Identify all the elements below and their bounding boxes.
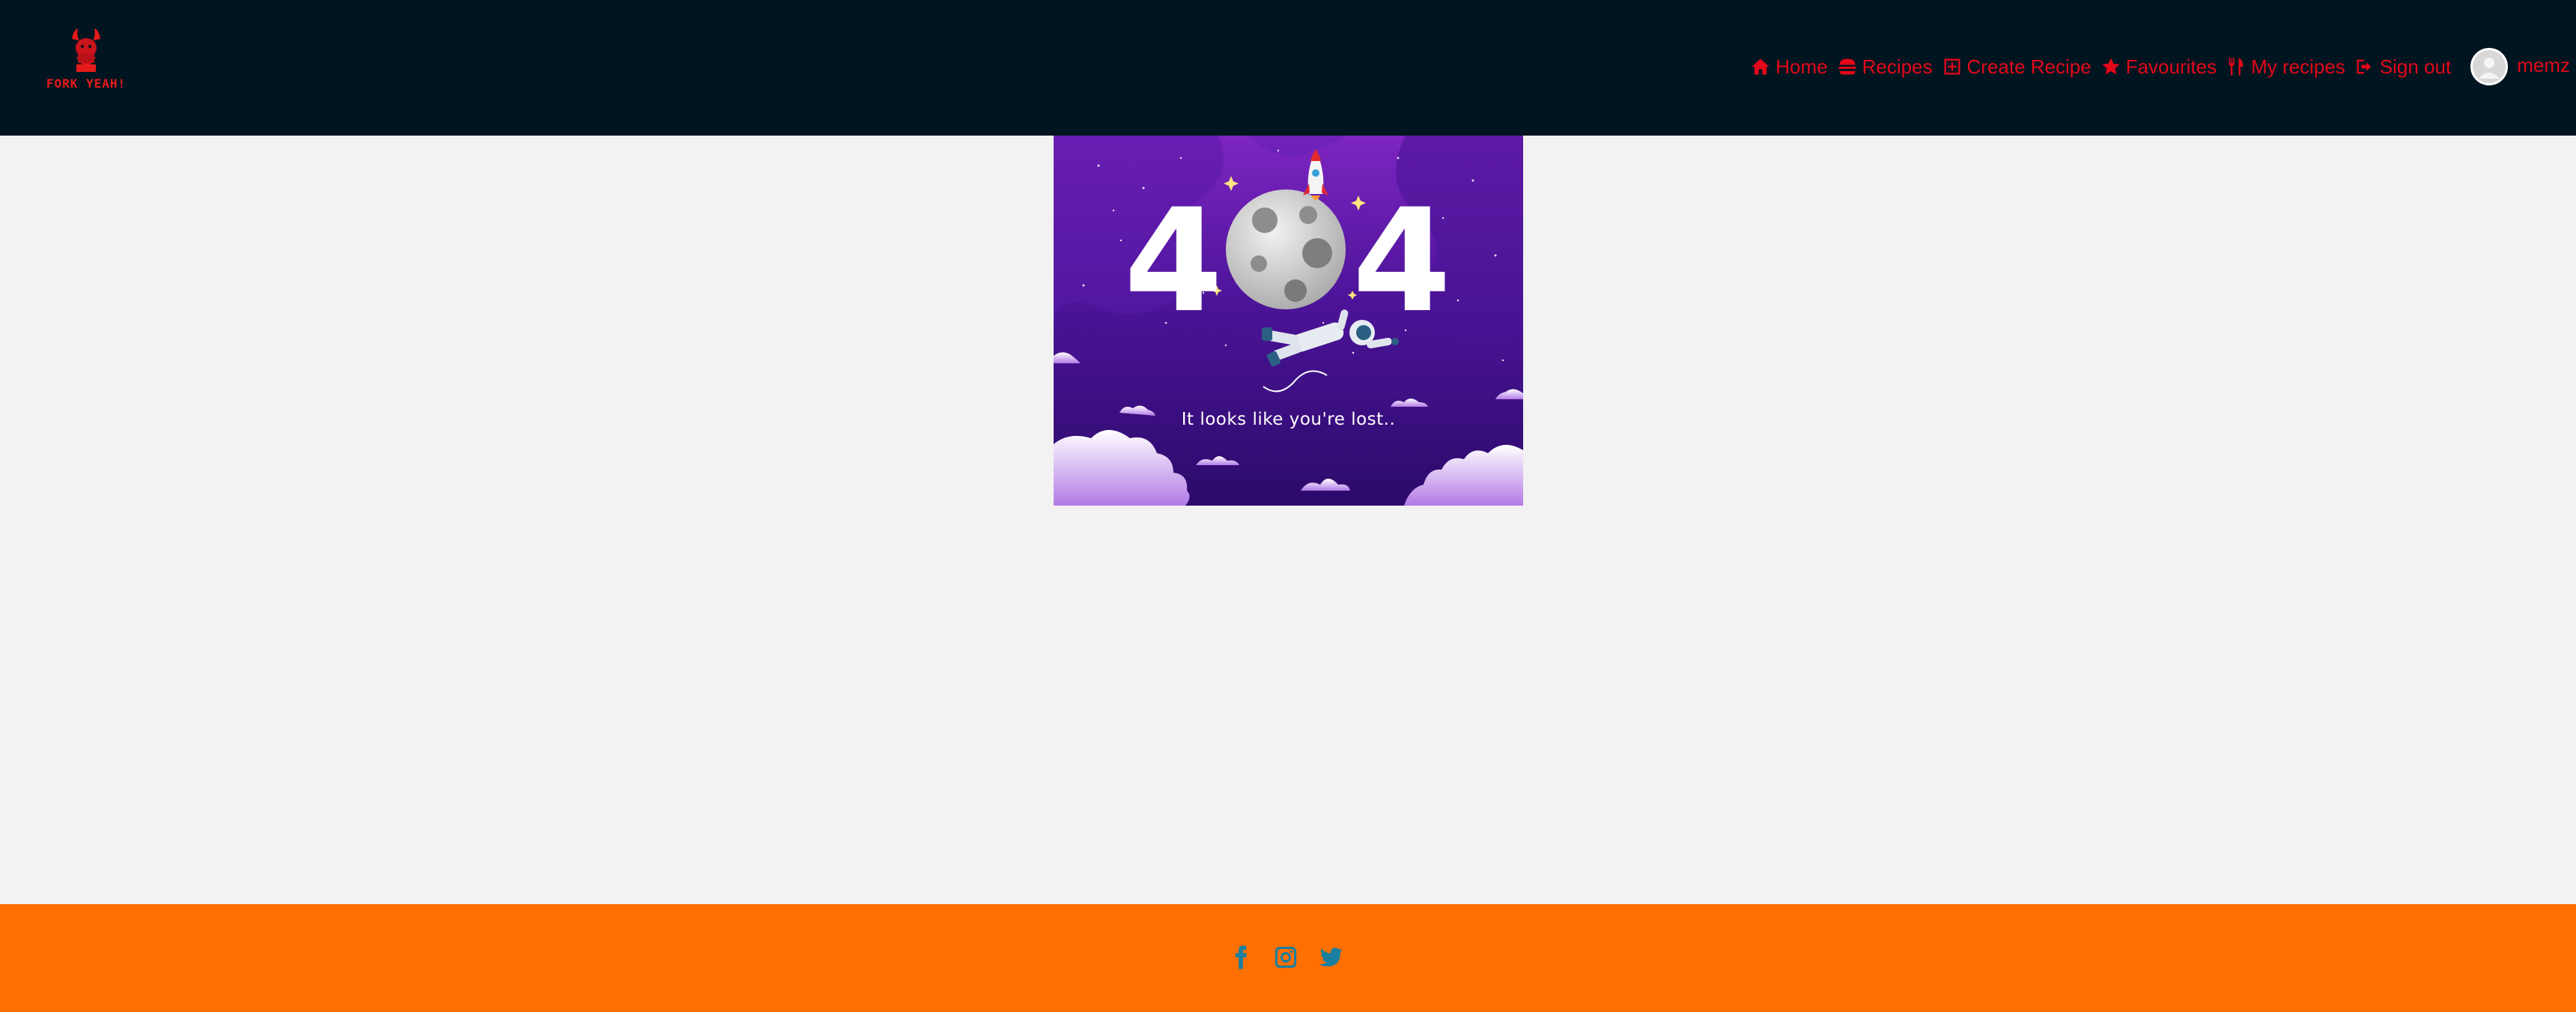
star-icon [2102, 58, 2120, 75]
nav-recipes-label: Recipes [1862, 55, 1933, 78]
twitter-icon[interactable] [1318, 945, 1343, 970]
nav-home-label: Home [1775, 55, 1828, 78]
instagram-icon[interactable] [1273, 945, 1298, 970]
nav-sign-out-label: Sign out [2379, 55, 2452, 78]
space-scene-image: 4 4 [1054, 136, 1523, 506]
error-digit-left: 4 [1124, 178, 1223, 344]
site-footer [0, 904, 2576, 1012]
utensils-icon [2229, 58, 2244, 76]
home-icon [1752, 58, 1770, 75]
nav-favourites[interactable]: Favourites [2100, 55, 2217, 79]
nav-home[interactable]: Home [1750, 55, 1828, 79]
plus-square-icon [1944, 58, 1960, 75]
nav-favourites-label: Favourites [2125, 55, 2217, 78]
social-links [1228, 945, 1343, 970]
nav-my-recipes[interactable]: My recipes [2226, 55, 2345, 79]
logo-text: FORK YEAH! [46, 76, 127, 91]
nav-create-recipe-label: Create Recipe [1966, 55, 2092, 78]
moon-icon [1226, 190, 1346, 309]
main-nav: Home Recipes Create Recipe Favourites My… [1750, 43, 2570, 90]
lost-message: It looks like you're lost.. [1181, 410, 1396, 429]
sign-out-icon [2357, 59, 2371, 74]
nav-sign-out[interactable]: Sign out [2354, 55, 2451, 79]
user-avatar[interactable] [2470, 48, 2509, 85]
error-digit-right: 4 [1352, 178, 1451, 344]
user-name[interactable]: memz [2517, 54, 2570, 77]
burger-icon [1838, 58, 1856, 75]
bull-logo-icon [72, 28, 100, 72]
nav-create-recipe[interactable]: Create Recipe [1942, 55, 2092, 79]
nav-my-recipes-label: My recipes [2251, 55, 2345, 78]
user-avatar-icon [2479, 58, 2500, 79]
site-header: FORK YEAH! Home Recipes Create Recipe Fa… [0, 0, 2576, 136]
nav-recipes[interactable]: Recipes [1837, 55, 1933, 79]
not-found-illustration: 4 4 It looks like you're lost.. [1054, 136, 1523, 506]
site-logo[interactable]: FORK YEAH! [43, 27, 129, 94]
facebook-icon[interactable] [1228, 945, 1254, 970]
